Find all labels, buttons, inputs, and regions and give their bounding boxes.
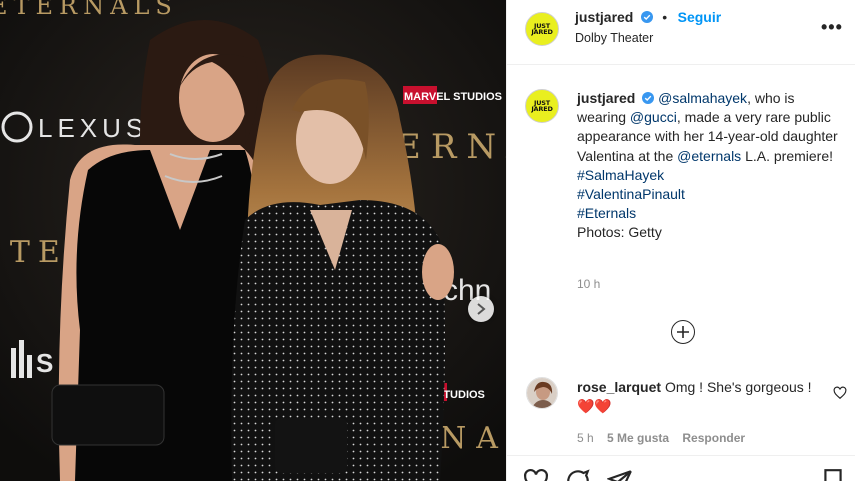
chevron-right-icon [477, 303, 486, 315]
heart-icon[interactable] [523, 468, 549, 481]
comment-timestamp: 5 h [577, 431, 594, 445]
lexus-text: LEXUS [38, 113, 148, 143]
photo-credit: Photos: Getty [577, 224, 662, 241]
commenter-avatar-image [527, 378, 557, 408]
separator-dot: • [662, 9, 668, 25]
comment-emoji: ❤️❤️ [577, 398, 612, 415]
reply-button[interactable]: Responder [682, 431, 745, 445]
mention-eternals-link[interactable]: @eternals [677, 148, 741, 164]
follow-button[interactable]: Seguir [678, 9, 722, 25]
post-details-panel: JUST JARED justjared • Seguir Dolby Theat… [506, 0, 855, 481]
hashtag-eternals-link[interactable]: #Eternals [577, 204, 847, 223]
load-more-comments-button[interactable] [671, 320, 695, 344]
post-photo[interactable]: ETERNALS LEXUS MARVEL STUDIOS ERNA ETERN… [0, 0, 506, 481]
caption-verified-icon [642, 92, 655, 104]
comment-likes-count[interactable]: 5 Me gusta [607, 431, 669, 445]
more-options-button[interactable]: ••• [821, 17, 843, 38]
next-photo-button[interactable] [468, 296, 494, 322]
action-bar [507, 455, 855, 481]
post-header: JUST JARED justjared • Seguir Dolby Theat… [507, 0, 855, 65]
backdrop-text-top: ETERNALS [0, 0, 178, 20]
marvel-text: MARVEL STUDIOS [404, 91, 502, 103]
post-location[interactable]: Dolby Theater [575, 31, 653, 45]
caption-avatar[interactable]: JUST JARED [525, 89, 559, 123]
comment: rose_larquet Omg ! She's gorgeous ! ❤️❤️ [577, 378, 817, 416]
share-icon[interactable] [607, 468, 633, 481]
backdrop-text-bottom: NA [440, 421, 506, 456]
post-caption: justjared @salmahayek, who is wearing @g… [577, 89, 847, 243]
hashtag-valentinapinault-link[interactable]: #ValentinaPinault [577, 185, 847, 204]
like-comment-heart-icon[interactable] [833, 386, 847, 400]
commenter-avatar[interactable] [526, 377, 558, 409]
backdrop-text-right: ERNA [396, 127, 506, 167]
author-avatar[interactable]: JUST JARED [525, 12, 559, 46]
bookmark-icon[interactable] [820, 468, 846, 481]
caption-text-3: L.A. premiere! [741, 147, 834, 164]
comment-meta: 5 h 5 Me gusta Responder [577, 431, 755, 445]
caption-avatar-logo-text: JUST JARED [531, 99, 553, 113]
plus-icon [677, 326, 689, 338]
hashtag-salmahayek-link[interactable]: #SalmaHayek [577, 166, 847, 185]
sky-logo: S [36, 348, 53, 378]
avatar-logo-text: JUST JARED [531, 22, 553, 36]
caption-timestamp: 10 h [577, 277, 601, 291]
header-username[interactable]: justjared [575, 9, 633, 25]
mention-salmahayek-link[interactable]: @salmahayek [658, 90, 747, 106]
comment-username[interactable]: rose_larquet [577, 379, 661, 395]
comment-text: Omg ! She's gorgeous ! [664, 379, 812, 395]
mention-gucci-link[interactable]: @gucci [630, 109, 677, 125]
verified-icon [640, 11, 653, 23]
photo-image: ETERNALS LEXUS MARVEL STUDIOS ERNA ETERN… [0, 0, 506, 481]
comment-icon[interactable] [565, 468, 591, 481]
header-user: justjared • Seguir [575, 9, 721, 27]
caption-username[interactable]: justjared [577, 90, 635, 106]
